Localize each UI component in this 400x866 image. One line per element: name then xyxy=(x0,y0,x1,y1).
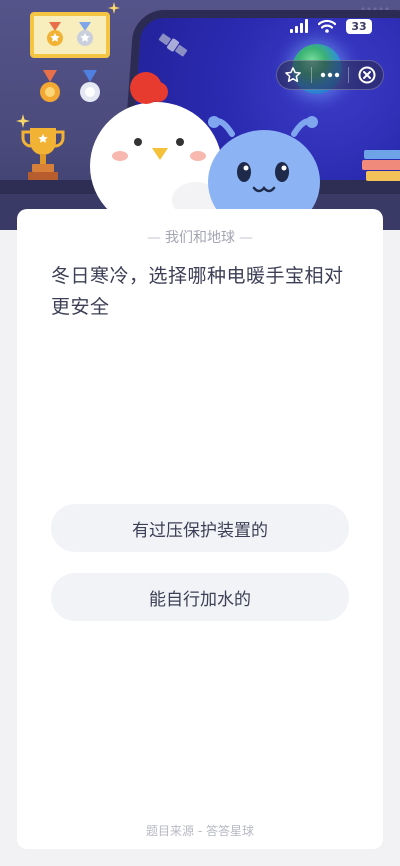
answer-option-label: 能自行加水的 xyxy=(149,589,251,610)
capsule-divider xyxy=(311,67,312,83)
answer-option-1[interactable]: 有过压保护装置的 xyxy=(51,504,349,552)
signal-icon xyxy=(290,19,308,33)
more-button[interactable] xyxy=(316,61,344,89)
answer-option-2[interactable]: 能自行加水的 xyxy=(51,573,349,621)
close-button[interactable] xyxy=(353,61,381,89)
star-icon xyxy=(285,67,301,83)
favorite-button[interactable] xyxy=(279,61,307,89)
books-icon xyxy=(362,150,400,181)
miniapp-capsule xyxy=(276,60,384,90)
battery-indicator: 33 xyxy=(346,18,372,34)
sparkle-icon xyxy=(16,114,30,128)
quiz-subject: — 我们和地球 — xyxy=(17,227,383,247)
question-source: 题目来源 - 答答星球 xyxy=(146,824,254,838)
orange-medal-icon xyxy=(40,70,60,102)
capsule-divider xyxy=(348,67,349,83)
subject-dash-right: — xyxy=(239,230,253,246)
close-circle-icon xyxy=(358,66,376,84)
sparkle-icon xyxy=(108,2,120,14)
more-dots-icon xyxy=(320,72,340,78)
subject-label: 我们和地球 xyxy=(165,230,235,246)
question-text: 冬日寒冷，选择哪种电暖手宝相对更安全 xyxy=(51,265,344,318)
status-bar: 33 xyxy=(290,16,372,36)
subject-dash-left: — xyxy=(147,230,161,246)
satellite-icon xyxy=(158,33,188,57)
answer-option-label: 有过压保护装置的 xyxy=(132,520,268,541)
wifi-icon xyxy=(318,19,336,33)
alien-mascot xyxy=(208,116,320,222)
trophy-icon xyxy=(21,128,65,180)
medal-frame xyxy=(30,12,110,58)
gold-medal-icon xyxy=(47,22,63,46)
chick-mascot xyxy=(90,72,222,220)
quiz-card: — 我们和地球 — 冬日寒冷，选择哪种电暖手宝相对更安全 有过压保护装置的 能自行加… xyxy=(17,209,383,849)
silver-medal-icon xyxy=(77,22,93,46)
